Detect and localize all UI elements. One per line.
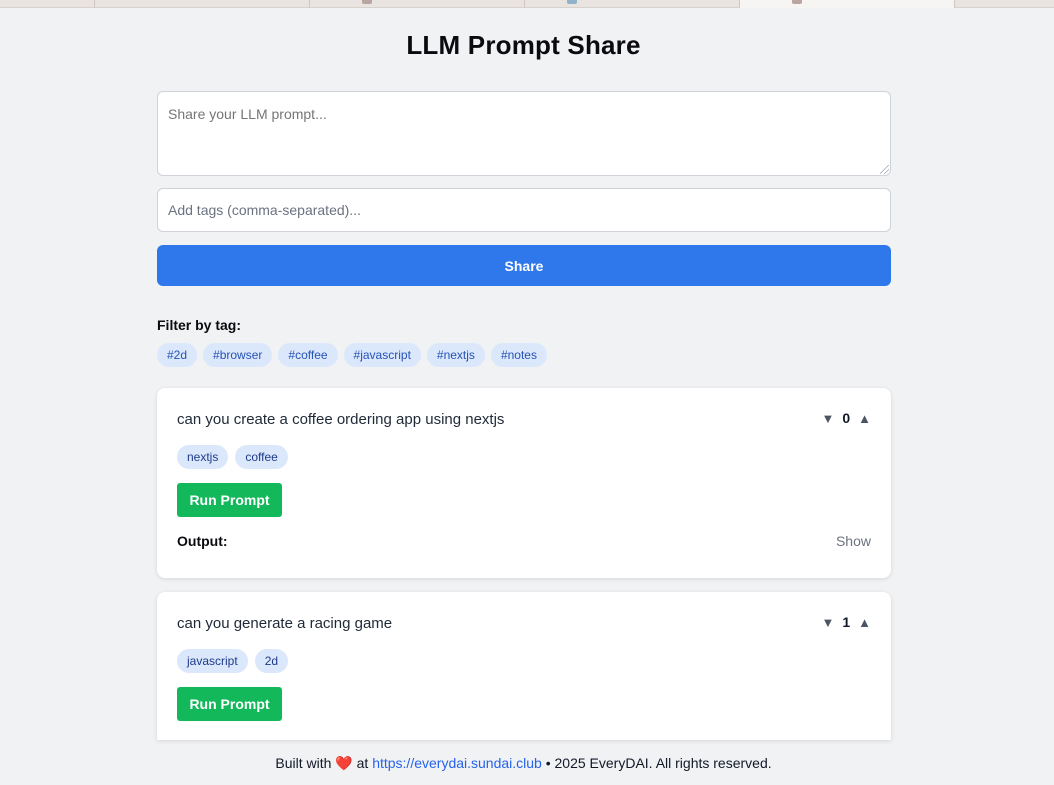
tags-input[interactable]: Add tags (comma-separated)... <box>157 188 891 232</box>
browser-tab[interactable] <box>954 0 1054 8</box>
vote-control: ▼ 0 ▲ <box>821 410 871 426</box>
vote-count: 0 <box>842 410 851 426</box>
prompt-tag[interactable]: javascript <box>177 649 248 673</box>
prompt-tag-list: nextjs coffee <box>177 445 288 469</box>
prompt-text: can you create a coffee ordering app usi… <box>177 411 505 428</box>
tags-input-placeholder: Add tags (comma-separated)... <box>168 202 361 218</box>
downvote-icon[interactable]: ▼ <box>821 411 834 426</box>
footer: Built with ❤️ at https://everydai.sundai… <box>0 755 1047 772</box>
run-prompt-button[interactable]: Run Prompt <box>177 483 282 517</box>
footer-prefix: Built with <box>275 755 332 771</box>
page-title: LLM Prompt Share <box>406 30 641 60</box>
filter-tag[interactable]: #nextjs <box>426 343 485 367</box>
browser-tab[interactable] <box>524 0 739 8</box>
prompt-tag[interactable]: coffee <box>235 445 288 469</box>
filter-tag[interactable]: #browser <box>203 343 273 367</box>
upvote-icon[interactable]: ▲ <box>858 615 871 630</box>
prompt-card: can you create a coffee ordering app usi… <box>157 388 891 578</box>
filter-tag[interactable]: #2d <box>157 343 198 367</box>
prompt-input[interactable] <box>157 91 891 176</box>
heart-icon: ❤️ <box>335 755 353 771</box>
filter-tag-list: #2d #browser #coffee #javascript #nextjs… <box>157 343 547 367</box>
favicon-icon <box>362 0 372 4</box>
footer-copyright: • 2025 EveryDAI. All rights reserved. <box>545 755 772 771</box>
vote-control: ▼ 1 ▲ <box>821 614 871 630</box>
filter-tag[interactable]: #coffee <box>278 343 338 367</box>
filter-label: Filter by tag: <box>157 317 242 333</box>
output-label: Output: <box>177 533 228 549</box>
browser-tab[interactable] <box>94 0 309 8</box>
resize-handle-icon[interactable] <box>880 165 889 174</box>
browser-tab-strip <box>0 0 1054 8</box>
vote-count: 1 <box>842 614 851 630</box>
filter-tag[interactable]: #notes <box>490 343 547 367</box>
filter-tag[interactable]: #javascript <box>343 343 421 367</box>
downvote-icon[interactable]: ▼ <box>821 615 834 630</box>
favicon-icon <box>567 0 577 4</box>
prompt-tag[interactable]: nextjs <box>177 445 229 469</box>
prompt-text: can you generate a racing game <box>177 615 393 632</box>
upvote-icon[interactable]: ▲ <box>858 411 871 426</box>
prompt-card: can you generate a racing game ▼ 1 ▲ jav… <box>157 592 891 740</box>
footer-at: at <box>356 755 369 771</box>
footer-link[interactable]: https://everydai.sundai.club <box>372 755 542 771</box>
run-prompt-button[interactable]: Run Prompt <box>177 687 282 721</box>
favicon-icon <box>792 0 802 4</box>
browser-tab-active[interactable] <box>739 0 954 8</box>
show-output-toggle[interactable]: Show <box>836 533 871 549</box>
prompt-tag-list: javascript 2d <box>177 649 289 673</box>
browser-tab[interactable] <box>309 0 524 8</box>
prompt-tag[interactable]: 2d <box>254 649 289 673</box>
share-button[interactable]: Share <box>157 245 891 286</box>
